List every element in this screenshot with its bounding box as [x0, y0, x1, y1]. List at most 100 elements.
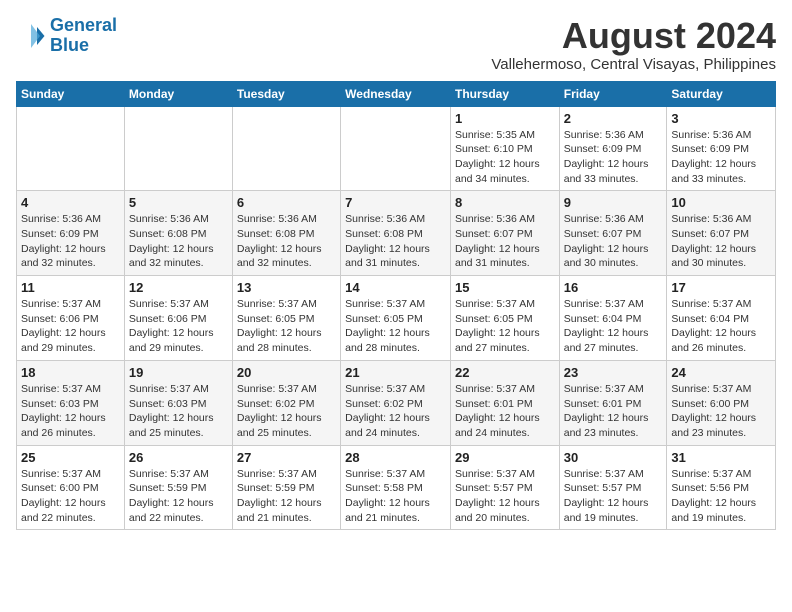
- day-number: 27: [237, 450, 336, 465]
- column-header-saturday: Saturday: [667, 81, 776, 106]
- calendar-cell: 5 Sunrise: 5:36 AM Sunset: 6:08 PM Daylig…: [124, 191, 232, 276]
- calendar-cell: 8Sunrise: 5:36 AM Sunset: 6:07 PM Daylig…: [450, 191, 559, 276]
- day-number: 31: [671, 450, 771, 465]
- calendar-cell: 23 Sunrise: 5:37 AM Sunset: 6:01 PM Dayli…: [559, 360, 667, 445]
- calendar-cell: 2Sunrise: 5:36 AM Sunset: 6:09 PM Daylig…: [559, 106, 667, 191]
- day-number: 24: [671, 365, 771, 380]
- calendar-header: SundayMondayTuesdayWednesdayThursdayFrid…: [17, 81, 776, 106]
- day-info: Sunrise: 5:35 AM Sunset: 6:10 PM Dayligh…: [455, 128, 555, 187]
- day-number: 6: [237, 195, 336, 210]
- calendar-cell: 30 Sunrise: 5:37 AM Sunset: 5:57 PM Dayli…: [559, 445, 667, 530]
- day-info: Sunrise: 5:36 AM Sunset: 6:09 PM Dayligh…: [671, 128, 771, 187]
- day-info: Sunrise: 5:37 AM Sunset: 6:01 PM Dayligh…: [455, 382, 555, 441]
- calendar-table: SundayMondayTuesdayWednesdayThursdayFrid…: [16, 81, 776, 531]
- logo-text: General Blue: [50, 16, 117, 56]
- day-number: 2: [564, 111, 663, 126]
- calendar-cell: [341, 106, 451, 191]
- day-number: 17: [671, 280, 771, 295]
- calendar-cell: 13Sunrise: 5:37 AM Sunset: 6:05 PM Dayli…: [232, 276, 340, 361]
- calendar-cell: 18 Sunrise: 5:37 AM Sunset: 6:03 PM Dayli…: [17, 360, 125, 445]
- day-number: 25: [21, 450, 120, 465]
- day-number: 18: [21, 365, 120, 380]
- calendar-cell: 1 Sunrise: 5:35 AM Sunset: 6:10 PM Daylig…: [450, 106, 559, 191]
- logo: General Blue: [16, 16, 117, 56]
- calendar-cell: 10Sunrise: 5:36 AM Sunset: 6:07 PM Dayli…: [667, 191, 776, 276]
- day-number: 1: [455, 111, 555, 126]
- calendar-body: 1 Sunrise: 5:35 AM Sunset: 6:10 PM Daylig…: [17, 106, 776, 530]
- calendar-cell: 27Sunrise: 5:37 AM Sunset: 5:59 PM Dayli…: [232, 445, 340, 530]
- column-header-tuesday: Tuesday: [232, 81, 340, 106]
- calendar-cell: 29 Sunrise: 5:37 AM Sunset: 5:57 PM Dayli…: [450, 445, 559, 530]
- day-number: 26: [129, 450, 228, 465]
- page-header: General Blue August 2024 Vallehermoso, C…: [16, 16, 776, 73]
- week-row-4: 18 Sunrise: 5:37 AM Sunset: 6:03 PM Dayli…: [17, 360, 776, 445]
- calendar-cell: [232, 106, 340, 191]
- day-info: Sunrise: 5:37 AM Sunset: 5:57 PM Dayligh…: [455, 467, 555, 526]
- day-number: 11: [21, 280, 120, 295]
- week-row-1: 1 Sunrise: 5:35 AM Sunset: 6:10 PM Daylig…: [17, 106, 776, 191]
- day-info: Sunrise: 5:37 AM Sunset: 6:06 PM Dayligh…: [21, 297, 120, 356]
- day-info: Sunrise: 5:37 AM Sunset: 5:57 PM Dayligh…: [564, 467, 663, 526]
- logo-line2: Blue: [50, 35, 89, 55]
- day-info: Sunrise: 5:37 AM Sunset: 6:01 PM Dayligh…: [564, 382, 663, 441]
- day-number: 16: [564, 280, 663, 295]
- calendar-cell: [124, 106, 232, 191]
- day-number: 22: [455, 365, 555, 380]
- day-info: Sunrise: 5:37 AM Sunset: 6:05 PM Dayligh…: [345, 297, 446, 356]
- day-info: Sunrise: 5:37 AM Sunset: 6:04 PM Dayligh…: [564, 297, 663, 356]
- calendar-cell: 14 Sunrise: 5:37 AM Sunset: 6:05 PM Dayli…: [341, 276, 451, 361]
- column-header-thursday: Thursday: [450, 81, 559, 106]
- day-number: 9: [564, 195, 663, 210]
- day-info: Sunrise: 5:36 AM Sunset: 6:09 PM Dayligh…: [21, 212, 120, 271]
- calendar-cell: 21Sunrise: 5:37 AM Sunset: 6:02 PM Dayli…: [341, 360, 451, 445]
- calendar-cell: 25Sunrise: 5:37 AM Sunset: 6:00 PM Dayli…: [17, 445, 125, 530]
- day-info: Sunrise: 5:36 AM Sunset: 6:08 PM Dayligh…: [345, 212, 446, 271]
- calendar-cell: 24Sunrise: 5:37 AM Sunset: 6:00 PM Dayli…: [667, 360, 776, 445]
- column-header-wednesday: Wednesday: [341, 81, 451, 106]
- column-header-sunday: Sunday: [17, 81, 125, 106]
- day-number: 10: [671, 195, 771, 210]
- day-info: Sunrise: 5:37 AM Sunset: 5:56 PM Dayligh…: [671, 467, 771, 526]
- day-info: Sunrise: 5:37 AM Sunset: 6:03 PM Dayligh…: [129, 382, 228, 441]
- day-number: 19: [129, 365, 228, 380]
- calendar-cell: 16 Sunrise: 5:37 AM Sunset: 6:04 PM Dayli…: [559, 276, 667, 361]
- calendar-cell: 12 Sunrise: 5:37 AM Sunset: 6:06 PM Dayli…: [124, 276, 232, 361]
- day-info: Sunrise: 5:37 AM Sunset: 6:03 PM Dayligh…: [21, 382, 120, 441]
- day-number: 8: [455, 195, 555, 210]
- day-number: 20: [237, 365, 336, 380]
- calendar-cell: 31 Sunrise: 5:37 AM Sunset: 5:56 PM Dayli…: [667, 445, 776, 530]
- page-subtitle: Vallehermoso, Central Visayas, Philippin…: [491, 56, 776, 73]
- column-header-monday: Monday: [124, 81, 232, 106]
- day-number: 7: [345, 195, 446, 210]
- day-info: Sunrise: 5:37 AM Sunset: 5:59 PM Dayligh…: [129, 467, 228, 526]
- day-info: Sunrise: 5:37 AM Sunset: 6:05 PM Dayligh…: [237, 297, 336, 356]
- column-header-friday: Friday: [559, 81, 667, 106]
- logo-line1: General: [50, 15, 117, 35]
- week-row-3: 11 Sunrise: 5:37 AM Sunset: 6:06 PM Dayli…: [17, 276, 776, 361]
- day-number: 5: [129, 195, 228, 210]
- calendar-cell: 19 Sunrise: 5:37 AM Sunset: 6:03 PM Dayli…: [124, 360, 232, 445]
- day-number: 23: [564, 365, 663, 380]
- day-info: Sunrise: 5:37 AM Sunset: 6:02 PM Dayligh…: [237, 382, 336, 441]
- day-info: Sunrise: 5:37 AM Sunset: 6:06 PM Dayligh…: [129, 297, 228, 356]
- calendar-cell: 9Sunrise: 5:36 AM Sunset: 6:07 PM Daylig…: [559, 191, 667, 276]
- day-info: Sunrise: 5:37 AM Sunset: 6:04 PM Dayligh…: [671, 297, 771, 356]
- calendar-cell: 11 Sunrise: 5:37 AM Sunset: 6:06 PM Dayli…: [17, 276, 125, 361]
- calendar-cell: [17, 106, 125, 191]
- logo-icon: [16, 21, 46, 51]
- day-info: Sunrise: 5:37 AM Sunset: 6:05 PM Dayligh…: [455, 297, 555, 356]
- week-row-5: 25Sunrise: 5:37 AM Sunset: 6:00 PM Dayli…: [17, 445, 776, 530]
- day-number: 29: [455, 450, 555, 465]
- calendar-cell: 6Sunrise: 5:36 AM Sunset: 6:08 PM Daylig…: [232, 191, 340, 276]
- calendar-cell: 4 Sunrise: 5:36 AM Sunset: 6:09 PM Daylig…: [17, 191, 125, 276]
- day-number: 14: [345, 280, 446, 295]
- day-number: 12: [129, 280, 228, 295]
- day-info: Sunrise: 5:36 AM Sunset: 6:08 PM Dayligh…: [129, 212, 228, 271]
- page-title: August 2024: [491, 16, 776, 56]
- calendar-cell: 22 Sunrise: 5:37 AM Sunset: 6:01 PM Dayli…: [450, 360, 559, 445]
- day-number: 15: [455, 280, 555, 295]
- day-number: 4: [21, 195, 120, 210]
- calendar-cell: 15 Sunrise: 5:37 AM Sunset: 6:05 PM Dayli…: [450, 276, 559, 361]
- day-number: 30: [564, 450, 663, 465]
- calendar-cell: 26 Sunrise: 5:37 AM Sunset: 5:59 PM Dayli…: [124, 445, 232, 530]
